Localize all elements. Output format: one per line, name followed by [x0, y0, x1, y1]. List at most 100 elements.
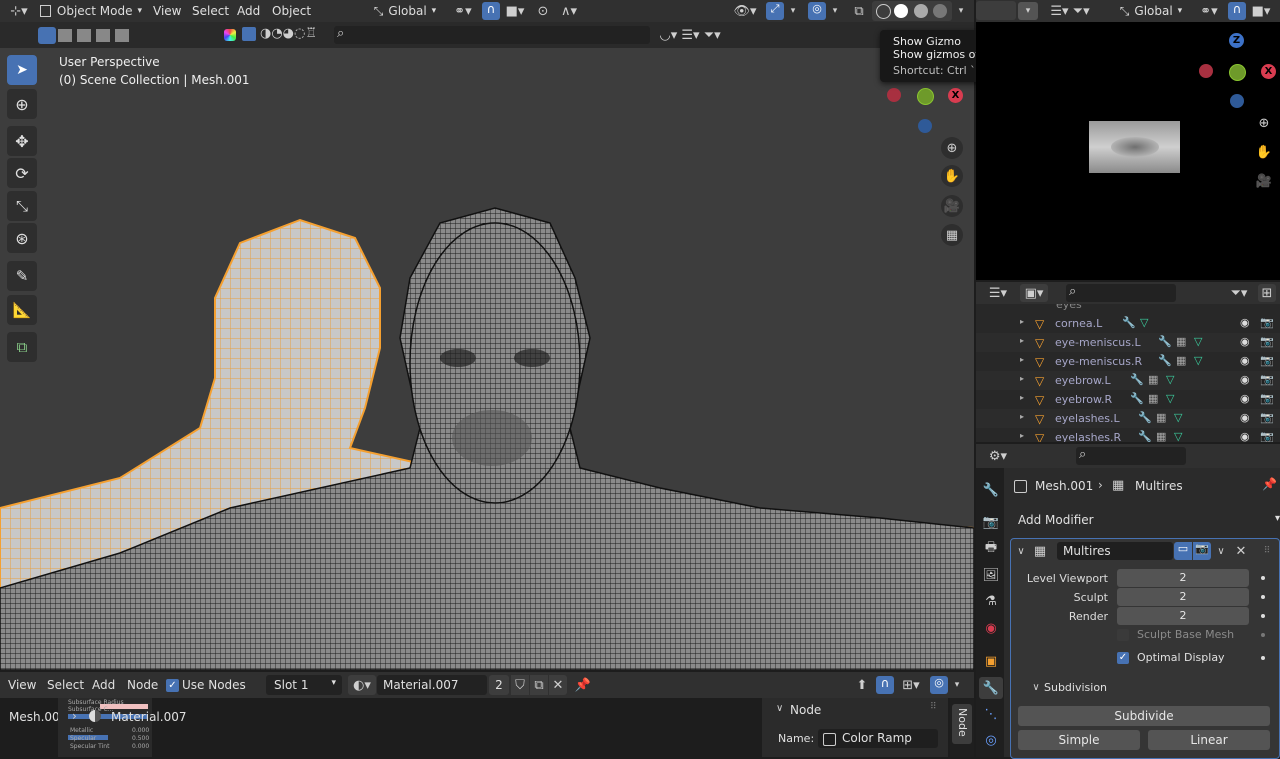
- eye-icon[interactable]: ◉: [1240, 392, 1250, 405]
- visibility-icon[interactable]: 👁▾: [732, 2, 758, 20]
- modifier-name-field[interactable]: Multires: [1057, 542, 1173, 560]
- eye-icon[interactable]: ◉: [1240, 411, 1250, 424]
- duplicate-material-icon[interactable]: ⧉: [530, 675, 548, 695]
- particles-tab-icon[interactable]: ⋱: [981, 704, 1001, 724]
- outliner-row[interactable]: ▸ ▽ cornea.L 🔧 ▽ ◉ 📷: [976, 314, 1280, 333]
- output-tab-icon[interactable]: 🖶: [981, 539, 1001, 559]
- falloff-icon[interactable]: ∧▾: [556, 2, 582, 20]
- outliner-search-input[interactable]: ⌕: [1066, 284, 1176, 302]
- show-in-viewport-toggle[interactable]: ▭: [1174, 542, 1192, 560]
- display-mode-icon[interactable]: ▣▾: [1020, 284, 1048, 302]
- annotate-tool[interactable]: ✎: [7, 261, 37, 291]
- snap-toggle[interactable]: ∩: [482, 2, 500, 20]
- menu-select[interactable]: Select: [192, 4, 229, 18]
- preview-gizmo-y[interactable]: [1229, 64, 1246, 81]
- outliner-editor-icon[interactable]: ☰▾: [985, 284, 1011, 302]
- mode-dropdown[interactable]: Object Mode ▾: [40, 1, 142, 21]
- menu-object[interactable]: Object: [272, 4, 311, 18]
- keyframe-dot[interactable]: [1261, 595, 1265, 599]
- render-camera-icon[interactable]: 📷: [1260, 373, 1274, 386]
- property-value-field[interactable]: 2: [1117, 588, 1249, 606]
- world-tab-icon[interactable]: ◉: [981, 618, 1001, 638]
- material-name-field[interactable]: Material.007: [377, 675, 487, 695]
- node-name-field[interactable]: Color Ramp: [818, 729, 938, 748]
- preview-orientation-dropdown[interactable]: ⤡ Global ▾: [1113, 1, 1189, 21]
- preview-pivot-icon[interactable]: ⚭▾: [1196, 2, 1222, 20]
- shading-filter-icon[interactable]: ◑◔◕◌♖: [260, 26, 317, 41]
- properties-editor-icon[interactable]: ⚙▾: [985, 447, 1011, 465]
- node-menu-select[interactable]: Select: [47, 678, 84, 692]
- outliner-row[interactable]: ▸ ▽ eyelashes.L 🔧 ▦ ▽ ◉ 📷: [976, 409, 1280, 428]
- preview-snap-target-icon[interactable]: ■▾: [1248, 2, 1274, 20]
- show-in-render-toggle[interactable]: 📷: [1193, 542, 1211, 560]
- gizmo-dropdown-icon[interactable]: ▾: [786, 2, 800, 20]
- measure-tool[interactable]: 📐: [7, 295, 37, 325]
- preview-gizmo-neg-z[interactable]: [1230, 94, 1244, 108]
- gizmo-neg-z[interactable]: [918, 119, 932, 133]
- material-browse-icon[interactable]: ◐▾: [348, 675, 376, 695]
- expand-arrow-icon[interactable]: ▸: [1020, 412, 1024, 421]
- render-camera-icon[interactable]: 📷: [1260, 335, 1274, 348]
- eye-icon[interactable]: ◉: [1240, 354, 1250, 367]
- property-value-field[interactable]: 2: [1117, 607, 1249, 625]
- expand-arrow-icon[interactable]: ▸: [1020, 431, 1024, 440]
- render-camera-icon[interactable]: 📷: [1260, 354, 1274, 367]
- editor-type-icon[interactable]: ⊹▾: [6, 2, 32, 20]
- eye-icon[interactable]: ◉: [1240, 373, 1250, 386]
- keyframe-dot[interactable]: [1261, 656, 1265, 660]
- preview-gizmo-z[interactable]: Z: [1229, 33, 1244, 48]
- user-count-field[interactable]: 2: [489, 675, 509, 695]
- eye-icon[interactable]: ◉: [1240, 335, 1250, 348]
- overlays-dropdown-icon[interactable]: ▾: [828, 2, 842, 20]
- object-tab-icon[interactable]: ▣: [981, 651, 1001, 671]
- active-mesh[interactable]: [0, 207, 974, 670]
- preview-zoom-icon[interactable]: ⊕: [1254, 113, 1274, 133]
- preview-options-icons[interactable]: ☰▾ ⏷▾: [1040, 2, 1100, 20]
- outliner-row[interactable]: ▸ ▽ eyebrow.R 🔧 ▦ ▽ ◉ 📷: [976, 390, 1280, 409]
- optimal-display-checkbox[interactable]: ✓: [1117, 652, 1129, 664]
- camera-icon[interactable]: 🎥: [941, 195, 963, 217]
- add-modifier-dropdown[interactable]: Add Modifier ▾: [1012, 510, 1280, 530]
- node-menu-view[interactable]: View: [8, 678, 36, 692]
- simple-button[interactable]: Simple: [1018, 730, 1140, 750]
- view-layer-tab-icon[interactable]: 🖼: [981, 565, 1001, 585]
- preview-snap-toggle[interactable]: ∩: [1228, 2, 1246, 20]
- tool-options-icons[interactable]: ◡▾ ☰▾ ⏷▾: [650, 26, 730, 44]
- expand-arrow-icon[interactable]: ▸: [1020, 336, 1024, 345]
- drag-handle-icon[interactable]: ⠿: [930, 702, 937, 712]
- subdivision-collapse-icon[interactable]: ∨: [1029, 679, 1043, 695]
- object-type-icon[interactable]: [242, 27, 256, 41]
- outliner-row[interactable]: ▸ ▽ eye-meniscus.L 🔧 ▦ ▽ ◉ 📷: [976, 333, 1280, 352]
- panel-collapse-icon[interactable]: ∨: [776, 703, 783, 714]
- snap-target-icon[interactable]: ■▾: [502, 2, 528, 20]
- gizmo-y[interactable]: [917, 88, 934, 105]
- preview-viewport[interactable]: Z X ⊕ ✋ 🎥: [976, 22, 1280, 280]
- use-nodes-checkbox[interactable]: ✓: [166, 679, 179, 692]
- solid-shading-icon[interactable]: [894, 4, 908, 18]
- material-shading-icon[interactable]: [914, 4, 928, 18]
- properties-search-input[interactable]: ⌕: [1076, 447, 1186, 465]
- select-box-tool[interactable]: ➤: [7, 55, 37, 85]
- tool-tab-icon[interactable]: 🔧: [981, 480, 1001, 500]
- eye-icon[interactable]: ◉: [1240, 316, 1250, 329]
- expand-arrow-icon[interactable]: ▸: [1020, 355, 1024, 364]
- menu-add[interactable]: Add: [237, 4, 260, 18]
- filter-icon[interactable]: ⏷▾: [1226, 284, 1252, 302]
- node-canvas[interactable]: Mesh.004 Subsurface Radius Subsurface C.…: [0, 698, 760, 757]
- remove-modifier-icon[interactable]: ✕: [1233, 542, 1249, 560]
- preview-pan-hand-icon[interactable]: ✋: [1254, 142, 1274, 162]
- keyframe-dot[interactable]: [1261, 633, 1265, 637]
- menu-view[interactable]: View: [153, 4, 181, 18]
- outliner-row[interactable]: ▸ ▽ eye-meniscus.R 🔧 ▦ ▽ ◉ 📷: [976, 352, 1280, 371]
- panel-collapse-icon[interactable]: ∨: [1014, 542, 1028, 560]
- zoom-icon[interactable]: ⊕: [941, 137, 963, 159]
- proportional-edit-icon[interactable]: ⊙: [534, 2, 552, 20]
- node-menu-add[interactable]: Add: [92, 678, 115, 692]
- preview-camera-icon[interactable]: 🎥: [1254, 171, 1274, 191]
- parent-node-icon[interactable]: ⬆: [852, 675, 872, 695]
- outliner-row[interactable]: ▸ ▽ eyelashes.R 🔧 ▦ ▽ ◉ 📷: [976, 428, 1280, 442]
- modifier-tab-icon[interactable]: 🔧: [979, 677, 1003, 699]
- gizmo-x[interactable]: X: [948, 88, 963, 103]
- shading-dropdown-icon[interactable]: ▾: [954, 2, 968, 20]
- move-tool[interactable]: ✥: [7, 126, 37, 156]
